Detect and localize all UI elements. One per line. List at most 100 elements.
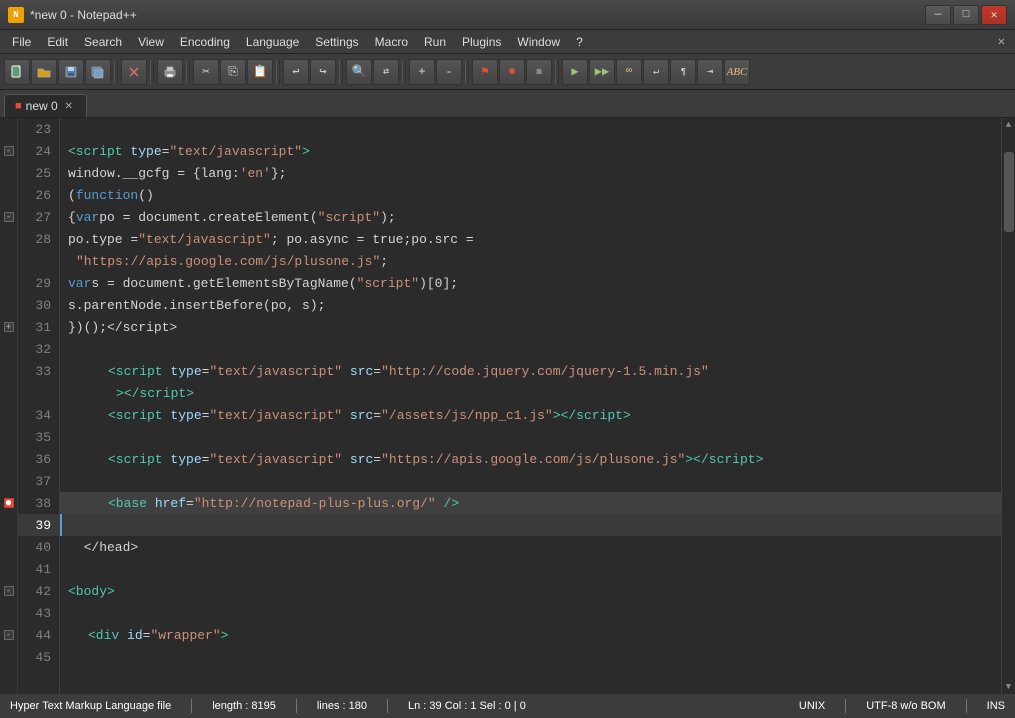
- menu-settings[interactable]: Settings: [307, 33, 366, 51]
- menu-plugins[interactable]: Plugins: [454, 33, 509, 51]
- menu-view[interactable]: View: [130, 33, 172, 51]
- maximize-button[interactable]: □: [953, 5, 979, 25]
- play-many-button[interactable]: ∞: [616, 59, 642, 85]
- menu-file[interactable]: File: [4, 33, 39, 51]
- code-line-26[interactable]: (function(): [60, 184, 1001, 206]
- fold-marker-24[interactable]: -: [4, 146, 14, 156]
- bookmark-button[interactable]: ⚑: [472, 59, 498, 85]
- code-line-39[interactable]: [60, 514, 1001, 536]
- stop-button[interactable]: ⏹: [526, 59, 552, 85]
- margin-cell-45: [0, 646, 17, 668]
- fold-marker-31[interactable]: +: [4, 322, 14, 332]
- spell-button[interactable]: ABC: [724, 59, 750, 85]
- menu-search[interactable]: Search: [76, 33, 130, 51]
- menu-window[interactable]: Window: [509, 33, 568, 51]
- code-line-43[interactable]: [60, 602, 1001, 624]
- print-button[interactable]: [157, 59, 183, 85]
- menu-macro[interactable]: Macro: [367, 33, 416, 51]
- undo-button[interactable]: ↩: [283, 59, 309, 85]
- menu-encoding[interactable]: Encoding: [172, 33, 238, 51]
- toolbar: ✂ ⎘ 📋 ↩ ↪ 🔍 ⇄ + - ⚑ ⏺ ⏹ ▶ ▶▶ ∞ ↵ ¶ ⇥ ABC: [0, 54, 1015, 90]
- code-line-33[interactable]: <script type="text/javascript" src="http…: [60, 360, 1001, 382]
- code-line-24[interactable]: <script type="text/javascript">: [60, 140, 1001, 162]
- vertical-scrollbar[interactable]: ▲ ▼: [1001, 118, 1015, 694]
- save-button[interactable]: [58, 59, 84, 85]
- margin-cell-42[interactable]: -: [0, 580, 17, 602]
- bookmark-marker-38[interactable]: ●: [4, 498, 14, 508]
- fold-marker-42[interactable]: -: [4, 586, 14, 596]
- run-10-button[interactable]: ▶▶: [589, 59, 615, 85]
- line-num-41: 41: [18, 558, 59, 580]
- margin-cell-27[interactable]: -: [0, 206, 17, 228]
- code-line-37[interactable]: [60, 470, 1001, 492]
- menu-close-button[interactable]: ✕: [992, 34, 1011, 49]
- new-button[interactable]: [4, 59, 30, 85]
- margin-cell-24[interactable]: -: [0, 140, 17, 162]
- code-area[interactable]: <script type="text/javascript"> window._…: [60, 118, 1001, 694]
- find-button[interactable]: 🔍: [346, 59, 372, 85]
- paste-button[interactable]: 📋: [247, 59, 273, 85]
- find-replace-button[interactable]: ⇄: [373, 59, 399, 85]
- code-line-44[interactable]: <div id="wrapper">: [60, 624, 1001, 646]
- scroll-down-arrow[interactable]: ▼: [1002, 680, 1015, 694]
- record-button[interactable]: ⏺: [499, 59, 525, 85]
- code-line-25[interactable]: window.__gcfg = {lang: 'en'};: [60, 162, 1001, 184]
- menu-language[interactable]: Language: [238, 33, 307, 51]
- margin-cell-35: [0, 426, 17, 448]
- window-controls[interactable]: — □ ✕: [925, 5, 1007, 25]
- code-line-32[interactable]: [60, 338, 1001, 360]
- code-line-28[interactable]: po.type = "text/javascript"; po.async = …: [60, 228, 1001, 250]
- run-button[interactable]: ▶: [562, 59, 588, 85]
- code-line-41[interactable]: [60, 558, 1001, 580]
- fold-marker-27[interactable]: -: [4, 212, 14, 222]
- code-line-28w[interactable]: "https://apis.google.com/js/plusone.js";: [60, 250, 1001, 272]
- close-tab-button[interactable]: [121, 59, 147, 85]
- status-encoding: UTF-8 w/o BOM: [866, 700, 945, 712]
- redo-button[interactable]: ↪: [310, 59, 336, 85]
- tab-label: new 0: [26, 99, 58, 113]
- status-sep-5: [966, 699, 967, 713]
- code-line-30[interactable]: s.parentNode.insertBefore(po, s);: [60, 294, 1001, 316]
- line-num-24: 24: [18, 140, 59, 162]
- code-line-45[interactable]: [60, 646, 1001, 668]
- code-line-29[interactable]: var s = document.getElementsByTagName("s…: [60, 272, 1001, 294]
- minimize-button[interactable]: —: [925, 5, 951, 25]
- margin-cell-36: [0, 448, 17, 470]
- code-line-23[interactable]: [60, 118, 1001, 140]
- code-line-34[interactable]: <script type="text/javascript" src="/ass…: [60, 404, 1001, 426]
- scroll-up-arrow[interactable]: ▲: [1002, 118, 1015, 132]
- menu-run[interactable]: Run: [416, 33, 454, 51]
- indent-button[interactable]: ⇥: [697, 59, 723, 85]
- fold-marker-44[interactable]: -: [4, 630, 14, 640]
- margin-cell-30: [0, 294, 17, 316]
- zoom-in-button[interactable]: +: [409, 59, 435, 85]
- code-line-40[interactable]: </head>: [60, 536, 1001, 558]
- code-line-38[interactable]: <base href="http://notepad-plus-plus.org…: [60, 492, 1001, 514]
- zoom-out-button[interactable]: -: [436, 59, 462, 85]
- word-wrap-button[interactable]: ↵: [643, 59, 669, 85]
- close-button[interactable]: ✕: [981, 5, 1007, 25]
- tab-close-button[interactable]: ✕: [62, 99, 76, 113]
- margin-cell-33w: [0, 382, 17, 404]
- code-line-31[interactable]: })();</script>: [60, 316, 1001, 338]
- margin-cell-44[interactable]: -: [0, 624, 17, 646]
- code-line-33w[interactable]: ></script>: [60, 382, 1001, 404]
- margin-cell-40: [0, 536, 17, 558]
- menu-help[interactable]: ?: [568, 33, 591, 51]
- cut-button[interactable]: ✂: [193, 59, 219, 85]
- line-num-43: 43: [18, 602, 59, 624]
- tab-new-0[interactable]: ■ new 0 ✕: [4, 94, 87, 117]
- code-line-36[interactable]: <script type="text/javascript" src="http…: [60, 448, 1001, 470]
- all-chars-button[interactable]: ¶: [670, 59, 696, 85]
- open-button[interactable]: [31, 59, 57, 85]
- code-line-42[interactable]: <body>: [60, 580, 1001, 602]
- line-num-29: 29: [18, 272, 59, 294]
- scrollbar-thumb[interactable]: [1004, 152, 1014, 232]
- code-line-35[interactable]: [60, 426, 1001, 448]
- copy-button[interactable]: ⎘: [220, 59, 246, 85]
- menu-edit[interactable]: Edit: [39, 33, 76, 51]
- save-all-button[interactable]: [85, 59, 111, 85]
- code-line-27[interactable]: {var po = document.createElement("script…: [60, 206, 1001, 228]
- toolbar-sep-7: [465, 60, 469, 84]
- line-num-33: 33: [18, 360, 59, 382]
